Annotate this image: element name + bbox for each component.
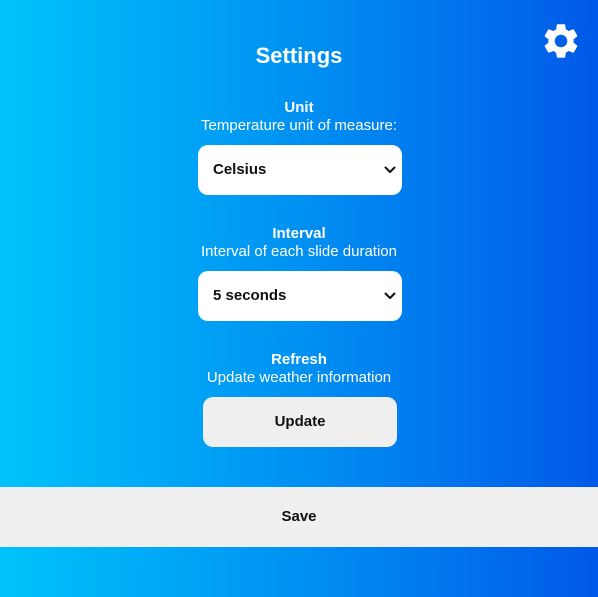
refresh-section: Refresh Update weather information — [0, 351, 598, 387]
update-button[interactable]: Update — [203, 397, 397, 447]
interval-description: Interval of each slide duration — [201, 243, 397, 260]
chevron-down-icon — [384, 164, 396, 176]
interval-heading: Interval — [272, 225, 326, 242]
interval-select-value: 5 seconds — [213, 287, 287, 304]
unit-description: Temperature unit of measure: — [201, 117, 397, 134]
unit-select-value: Celsius — [213, 161, 267, 178]
page-title: Settings — [255, 43, 343, 68]
unit-heading: Unit — [284, 99, 314, 116]
unit-section: Unit Temperature unit of measure: — [0, 99, 598, 135]
refresh-description: Update weather information — [206, 369, 392, 386]
unit-select[interactable]: Celsius — [198, 145, 402, 195]
chevron-down-icon — [384, 290, 396, 302]
interval-section: Interval Interval of each slide duration — [0, 225, 598, 261]
save-button[interactable]: Save — [0, 487, 598, 547]
refresh-heading: Refresh — [271, 351, 327, 368]
interval-select[interactable]: 5 seconds — [198, 271, 402, 321]
